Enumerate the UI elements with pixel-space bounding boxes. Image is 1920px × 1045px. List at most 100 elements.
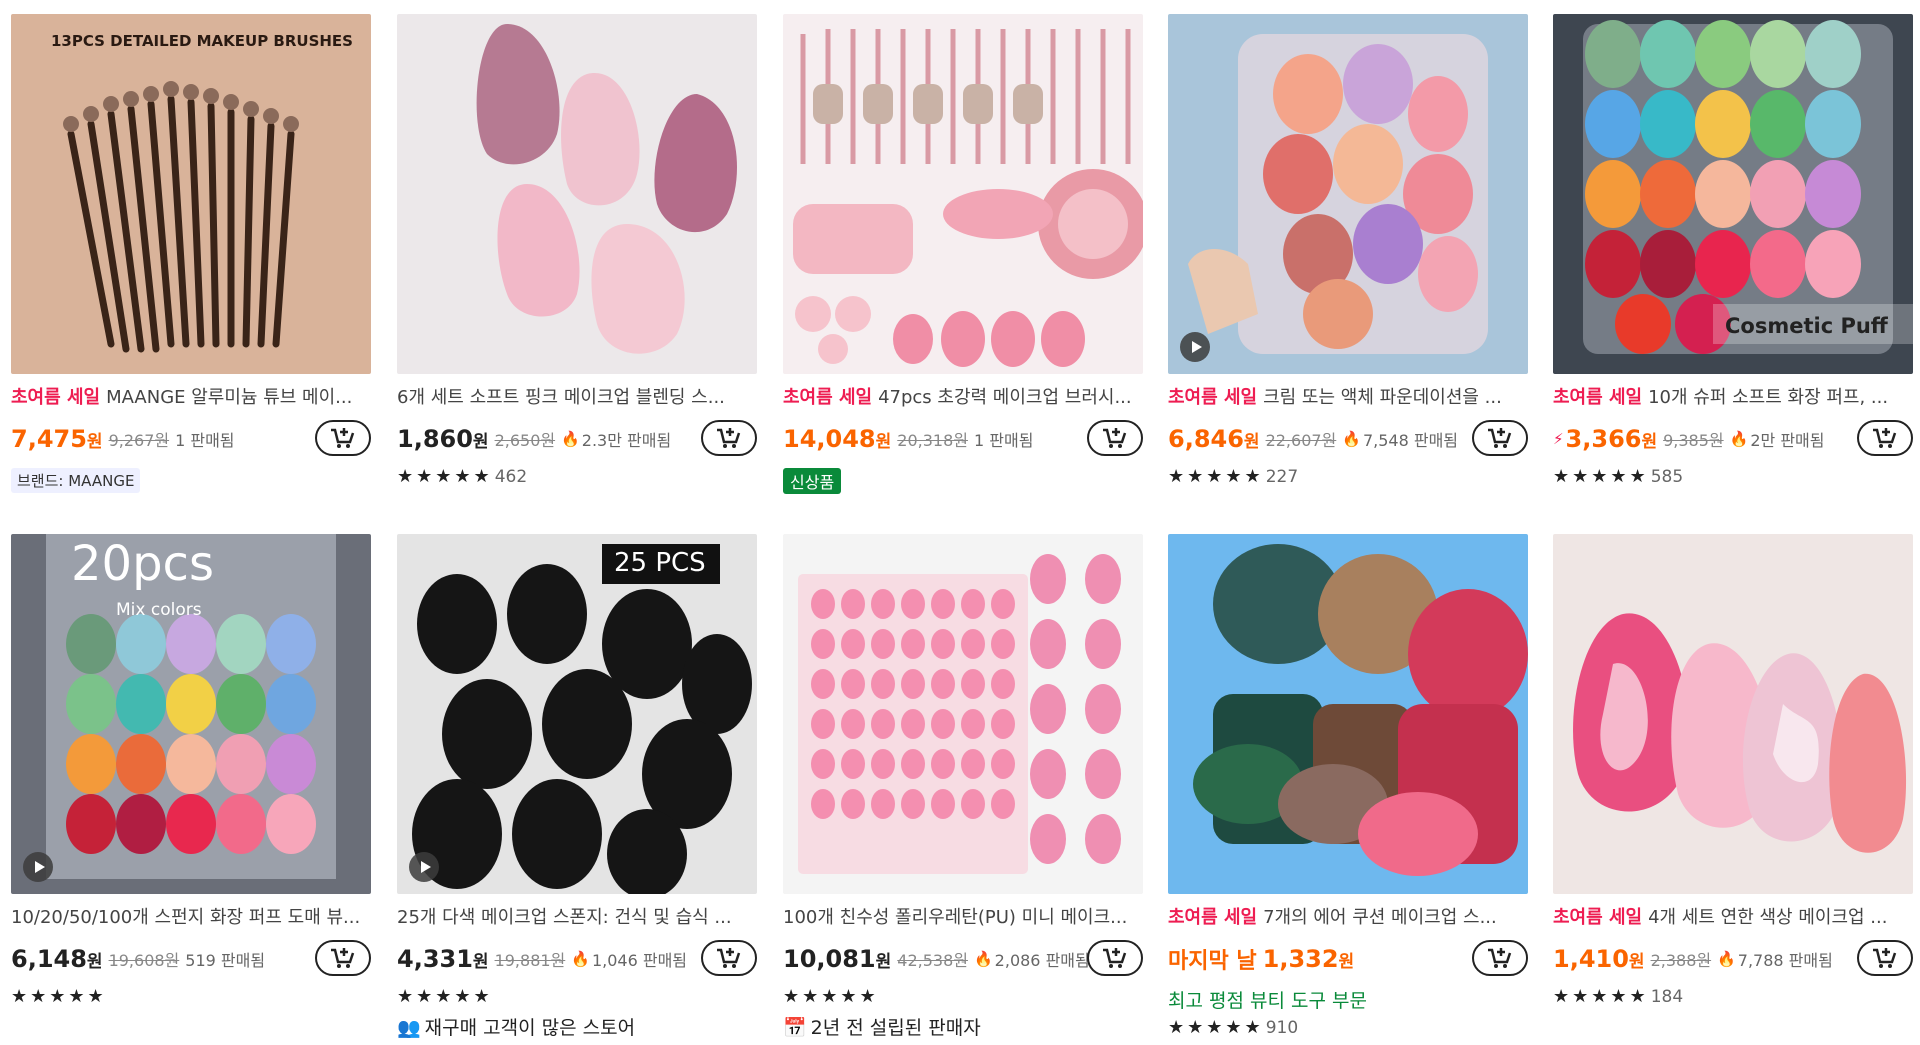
sold-count: 2,086 판매됨: [994, 951, 1090, 970]
rating-stars: ★★★★★: [397, 986, 493, 1007]
cart-plus-icon: [1103, 948, 1127, 968]
video-play-icon[interactable]: [23, 852, 53, 882]
product-image[interactable]: 13PCS DETAILED MAKEUP BRUSHES: [11, 14, 371, 374]
last-day-label: 마지막 날: [1168, 949, 1257, 974]
original-price: 2,388원: [1650, 951, 1712, 970]
price-row: ⚡ 3,366 원 9,385원 🔥 2만 판매됨: [1553, 420, 1913, 458]
price-row: 14,048 원 20,318원 1 판매됨: [783, 420, 1143, 458]
brand-badge[interactable]: 브랜드: MAANGE: [11, 468, 141, 493]
original-price: 2,650원: [494, 431, 556, 450]
sold-count: 2.3만 판매됨: [581, 431, 672, 450]
cart-plus-icon: [1103, 428, 1127, 448]
sold-count: 1 판매됨: [973, 431, 1034, 450]
price: 3,366: [1565, 425, 1642, 453]
rating-stars: ★★★★★: [783, 986, 879, 1007]
image-subcaption: Mix colors: [116, 600, 202, 620]
original-price: 9,385원: [1663, 431, 1724, 450]
sold-count: 519 판매됨: [185, 951, 266, 970]
store-repurchase-label: 👥 재구매 고객이 많은 스토어: [397, 1017, 636, 1039]
image-caption: 20pcs: [71, 536, 214, 592]
product-card[interactable]: 6개 세트 소프트 핑크 메이크업 블렌딩 스... 1,860 원 2,650원…: [397, 14, 757, 487]
price-row: 6,846 원 22,607원 🔥 7,548 판매됨: [1168, 420, 1528, 458]
price-row: 1,860 원 2,650원 🔥 2.3만 판매됨: [397, 420, 757, 458]
product-card[interactable]: Cosmetic Puff 초여름 세일 10개 슈퍼 소프트 화장 퍼프, ..…: [1553, 14, 1913, 487]
price-row: 7,475 원 9,267원 1 판매됨: [11, 420, 371, 458]
product-image[interactable]: [783, 14, 1143, 374]
product-card[interactable]: 20pcs Mix colors 10/20/50/100개 스펀지 화장 퍼프…: [11, 534, 371, 1007]
add-to-cart-button[interactable]: [701, 940, 757, 976]
add-to-cart-button[interactable]: [315, 940, 371, 976]
product-card[interactable]: 100개 친수성 폴리우레탄(PU) 미니 메이크... 10,081 원 42,…: [783, 534, 1143, 1040]
lightning-icon: ⚡: [1553, 430, 1564, 448]
image-caption: 13PCS DETAILED MAKEUP BRUSHES: [51, 32, 353, 50]
price-row: 1,410 원 2,388원 🔥 7,788 판매됨: [1553, 940, 1913, 978]
product-title[interactable]: 초여름 세일 7개의 에어 쿠션 메이크업 스...: [1168, 906, 1528, 930]
add-to-cart-button[interactable]: [1087, 420, 1143, 456]
price-row: 마지막 날 1,332 원: [1168, 940, 1528, 978]
product-image[interactable]: [397, 14, 757, 374]
sold-count: 2만 판매됨: [1750, 431, 1825, 450]
product-image[interactable]: [1168, 534, 1528, 894]
product-card[interactable]: 초여름 세일 크림 또는 액체 파운데이션을 ... 6,846 원 22,607원…: [1168, 14, 1528, 487]
product-image[interactable]: [1553, 534, 1913, 894]
users-icon: 👥: [397, 1017, 421, 1039]
original-price: 19,881원: [494, 951, 566, 970]
product-title[interactable]: 6개 세트 소프트 핑크 메이크업 블렌딩 스...: [397, 386, 757, 410]
product-image[interactable]: [783, 534, 1143, 894]
price-row: 10,081 원 42,538원 🔥 2,086 판매됨: [783, 940, 1143, 978]
add-to-cart-button[interactable]: [1087, 940, 1143, 976]
add-to-cart-button[interactable]: [701, 420, 757, 456]
price: 1,860: [397, 425, 473, 453]
add-to-cart-button[interactable]: [315, 420, 371, 456]
image-caption: Cosmetic Puff: [1725, 314, 1888, 338]
sale-tag: 초여름 세일: [1553, 907, 1643, 928]
product-title[interactable]: 초여름 세일 MAANGE 알루미늄 튜브 메이...: [11, 386, 371, 410]
calendar-icon: 📅: [783, 1017, 807, 1039]
price: 4,331: [397, 945, 473, 973]
sold-count: 1,046 판매됨: [591, 951, 688, 970]
product-image[interactable]: 20pcs Mix colors: [11, 534, 371, 894]
sale-tag: 초여름 세일: [1553, 387, 1643, 408]
rating-stars: ★★★★★ 227: [1168, 466, 1299, 487]
product-title[interactable]: 초여름 세일 크림 또는 액체 파운데이션을 ...: [1168, 386, 1528, 410]
product-card[interactable]: 초여름 세일 4개 세트 연한 색상 메이크업 ... 1,410 원 2,388원…: [1553, 534, 1913, 1007]
product-title[interactable]: 초여름 세일 47pcs 초강력 메이크업 브러시...: [783, 386, 1143, 410]
review-count: 910: [1265, 1018, 1299, 1038]
sale-tag: 초여름 세일: [783, 387, 873, 408]
video-play-icon[interactable]: [409, 852, 439, 882]
product-card[interactable]: 초여름 세일 7개의 에어 쿠션 메이크업 스... 마지막 날 1,332 원 최고…: [1168, 534, 1528, 1038]
review-count: 462: [494, 467, 528, 487]
product-title[interactable]: 초여름 세일 10개 슈퍼 소프트 화장 퍼프, ...: [1553, 386, 1913, 410]
add-to-cart-button[interactable]: [1857, 420, 1913, 456]
rating-stars: ★★★★★ 585: [1553, 466, 1684, 487]
product-title[interactable]: 100개 친수성 폴리우레탄(PU) 미니 메이크...: [783, 906, 1143, 930]
add-to-cart-button[interactable]: [1472, 940, 1528, 976]
cart-plus-icon: [331, 948, 355, 968]
price: 1,410: [1553, 945, 1629, 973]
product-image[interactable]: Cosmetic Puff: [1553, 14, 1913, 374]
video-play-icon[interactable]: [1180, 332, 1210, 362]
price: 1,332: [1262, 945, 1339, 973]
cart-plus-icon: [1873, 428, 1897, 448]
review-count: 184: [1650, 987, 1684, 1007]
add-to-cart-button[interactable]: [1857, 940, 1913, 976]
price: 6,148: [11, 945, 87, 973]
price-row: 4,331 원 19,881원 🔥 1,046 판매됨: [397, 940, 757, 978]
fire-icon: 🔥: [1717, 950, 1736, 968]
product-image[interactable]: [1168, 14, 1528, 374]
sale-tag: 초여름 세일: [1168, 387, 1258, 408]
product-card[interactable]: 25 PCS 25개 다색 메이크업 스폰지: 건식 및 습식 ... 4,33…: [397, 534, 757, 1040]
rating-stars: ★★★★★: [11, 986, 107, 1007]
fire-icon: 🔥: [571, 950, 590, 968]
add-to-cart-button[interactable]: [1472, 420, 1528, 456]
product-title[interactable]: 25개 다색 메이크업 스폰지: 건식 및 습식 ...: [397, 906, 757, 930]
product-title[interactable]: 초여름 세일 4개 세트 연한 색상 메이크업 ...: [1553, 906, 1913, 930]
product-image[interactable]: 25 PCS: [397, 534, 757, 894]
product-title[interactable]: 10/20/50/100개 스펀지 화장 퍼프 도매 뷰...: [11, 906, 371, 930]
original-price: 19,608원: [108, 951, 180, 970]
product-card[interactable]: 13PCS DETAILED MAKEUP BRUSHES 초여름 세일 MAAN…: [11, 14, 371, 493]
original-price: 22,607원: [1265, 431, 1337, 450]
review-count: 585: [1650, 467, 1684, 487]
product-card[interactable]: 초여름 세일 47pcs 초강력 메이크업 브러시... 14,048 원 20,3…: [783, 14, 1143, 494]
fire-icon: 🔥: [973, 950, 993, 968]
